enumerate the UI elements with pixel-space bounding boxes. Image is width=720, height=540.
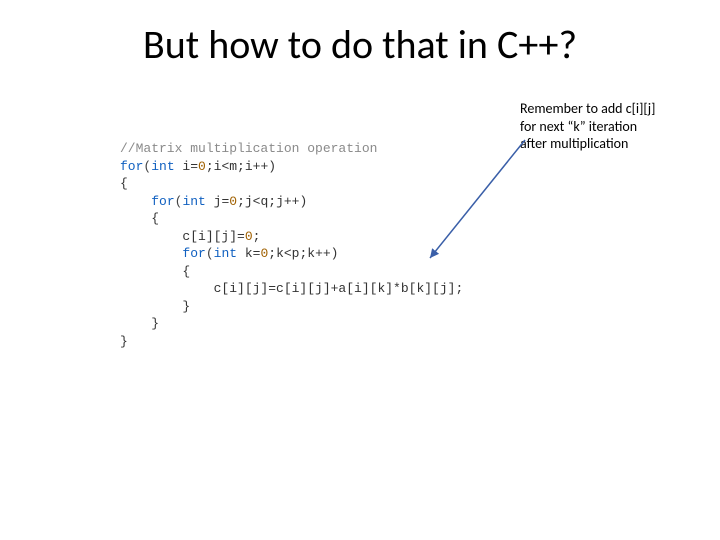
code-text: c[i][j]=	[120, 229, 245, 244]
kw-int-1: int	[151, 159, 174, 174]
code-text: }	[120, 299, 190, 314]
code-text: c[i][j]=c[i][j]+a[i][k]*b[k][j];	[120, 281, 463, 296]
page-title: But how to do that in C++?	[0, 20, 720, 69]
indent	[120, 194, 151, 209]
code-text: ;	[253, 229, 261, 244]
kw-int-3: int	[214, 246, 237, 261]
slide: But how to do that in C++? Remember to a…	[0, 0, 720, 540]
code-text: }	[120, 316, 159, 331]
code-text: i=	[175, 159, 198, 174]
kw-for-2: for	[151, 194, 174, 209]
num: 0	[229, 194, 237, 209]
num: 0	[245, 229, 253, 244]
annotation-line-3: after multiplication	[520, 135, 710, 153]
code-text: ;j<q;j++)	[237, 194, 307, 209]
kw-for-1: for	[120, 159, 143, 174]
annotation-line-1: Remember to add c[i][j]	[520, 100, 710, 118]
code-text: j=	[206, 194, 229, 209]
code-text: {	[120, 264, 190, 279]
code-text: k=	[237, 246, 260, 261]
annotation-callout: Remember to add c[i][j] for next “k” ite…	[520, 100, 710, 153]
indent	[120, 246, 182, 261]
code-text: ;i<m;i++)	[206, 159, 276, 174]
code-comment: //Matrix multiplication operation	[120, 141, 377, 156]
code-text: ;k<p;k++)	[268, 246, 338, 261]
code-text: }	[120, 334, 128, 349]
kw-for-3: for	[182, 246, 205, 261]
code-block: //Matrix multiplication operation for(in…	[120, 140, 463, 351]
punct: (	[206, 246, 214, 261]
num: 0	[198, 159, 206, 174]
kw-int-2: int	[182, 194, 205, 209]
code-text: {	[120, 211, 159, 226]
annotation-line-2: for next “k” iteration	[520, 118, 710, 136]
code-text: {	[120, 176, 128, 191]
